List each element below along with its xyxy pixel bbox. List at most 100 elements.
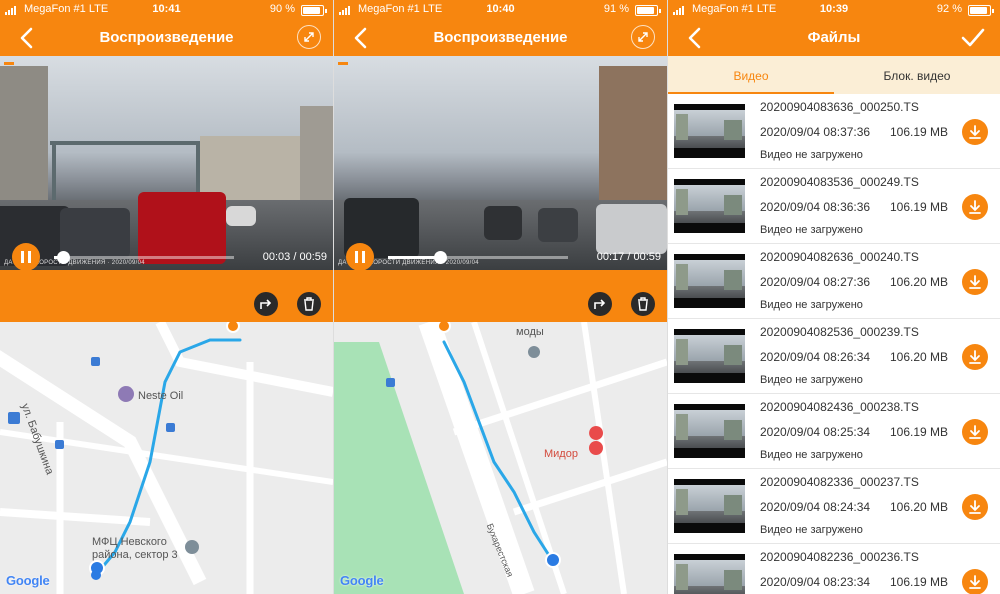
- video-thumbnail: [674, 479, 745, 533]
- playback-time: 00:03 / 00:59: [262, 251, 327, 263]
- video-thumbnail: [674, 254, 745, 308]
- file-date: 2020/09/04 08:36:36: [760, 200, 871, 214]
- share-button[interactable]: [588, 292, 612, 316]
- download-button[interactable]: [962, 494, 988, 520]
- file-row[interactable]: 20200904082436_000238.TS 2020/09/04 08:25…: [668, 394, 1000, 469]
- download-icon: [969, 275, 981, 289]
- pause-button[interactable]: [346, 243, 374, 271]
- video-thumbnail: [674, 179, 745, 233]
- file-date: 2020/09/04 08:23:34: [760, 575, 871, 589]
- battery-percent: 91 %: [603, 3, 629, 15]
- file-row[interactable]: 20200904083636_000250.TS 2020/09/04 08:37…: [668, 94, 1000, 169]
- file-name: 20200904083536_000249.TS: [760, 175, 919, 189]
- nav-bar: Файлы: [668, 20, 1000, 56]
- file-list: 20200904083636_000250.TS 2020/09/04 08:37…: [668, 94, 1000, 594]
- file-row[interactable]: 20200904082336_000237.TS 2020/09/04 08:24…: [668, 469, 1000, 544]
- download-status: Видео не загружено: [760, 524, 863, 536]
- file-size: 106.19 MB: [890, 575, 949, 589]
- playback-screen-1: MegaFon #1 LTE 10:41 90 % Воспроизведени…: [0, 0, 333, 594]
- file-size: 106.19 MB: [890, 125, 949, 139]
- battery-fill: [637, 7, 655, 14]
- file-date: 2020/09/04 08:37:36: [760, 125, 871, 139]
- video-thumbnail: [674, 104, 745, 158]
- fullscreen-icon[interactable]: [631, 25, 655, 49]
- file-size: 106.19 MB: [890, 200, 949, 214]
- poi-label: МФЦ Невского района, сектор 3: [92, 536, 178, 561]
- action-bar: [334, 270, 667, 322]
- file-name: 20200904083636_000250.TS: [760, 100, 919, 114]
- download-button[interactable]: [962, 194, 988, 220]
- share-button[interactable]: [254, 292, 278, 316]
- seek-progress: [388, 256, 441, 259]
- download-button[interactable]: [962, 344, 988, 370]
- route-map[interactable]: ул. Бабушкина Neste Oil МФЦ Невского рай…: [0, 322, 333, 594]
- battery-icon: [635, 5, 661, 16]
- download-icon: [969, 200, 981, 214]
- file-row[interactable]: 20200904083536_000249.TS 2020/09/04 08:36…: [668, 169, 1000, 244]
- download-button[interactable]: [962, 569, 988, 594]
- download-icon: [969, 350, 981, 364]
- fullscreen-icon[interactable]: [297, 25, 321, 49]
- nav-bar: Воспроизведение: [334, 20, 667, 56]
- route-map[interactable]: моды Мидор Бухарестская Google: [334, 322, 667, 594]
- battery-icon: [968, 5, 994, 16]
- download-icon: [969, 425, 981, 439]
- google-logo: Google: [340, 573, 384, 588]
- download-button[interactable]: [962, 419, 988, 445]
- file-size: 106.19 MB: [890, 425, 949, 439]
- file-name: 20200904082636_000240.TS: [760, 250, 919, 264]
- seek-bar[interactable]: [388, 251, 568, 264]
- status-bar: MegaFon #1 LTE 10:39 92 %: [668, 0, 1000, 20]
- status-bar: MegaFon #1 LTE 10:40 91 %: [334, 0, 667, 20]
- page-title: Воспроизведение: [99, 29, 234, 46]
- download-status: Видео не загружено: [760, 224, 863, 236]
- tab-locked-video[interactable]: Блок. видео: [834, 56, 1000, 94]
- poi-label: моды: [516, 326, 544, 338]
- action-bar: [0, 270, 333, 322]
- recording-indicator: [338, 62, 348, 65]
- tab-video[interactable]: Видео: [668, 56, 834, 94]
- pause-button[interactable]: [12, 243, 40, 271]
- download-icon: [969, 500, 981, 514]
- video-thumbnail: [674, 404, 745, 458]
- files-screen: MegaFon #1 LTE 10:39 92 % Файлы Видео Бл…: [668, 0, 1000, 594]
- download-status: Видео не загружено: [760, 149, 863, 161]
- file-row[interactable]: 20200904082536_000239.TS 2020/09/04 08:26…: [668, 319, 1000, 394]
- recording-indicator: [4, 62, 14, 65]
- file-name: 20200904082336_000237.TS: [760, 475, 919, 489]
- google-logo: Google: [6, 573, 50, 588]
- seek-knob[interactable]: [57, 251, 70, 264]
- delete-button[interactable]: [631, 292, 655, 316]
- file-date: 2020/09/04 08:25:34: [760, 425, 871, 439]
- checkmark-icon[interactable]: [960, 26, 986, 50]
- file-name: 20200904082536_000239.TS: [760, 325, 919, 339]
- file-size: 106.20 MB: [890, 275, 949, 289]
- download-status: Видео не загружено: [760, 299, 863, 311]
- battery-percent: 92 %: [936, 3, 962, 15]
- video-thumbnail: [674, 329, 745, 383]
- download-button[interactable]: [962, 269, 988, 295]
- battery-icon: [301, 5, 327, 16]
- seek-bar[interactable]: [54, 251, 234, 264]
- page-title: Воспроизведение: [433, 29, 568, 46]
- file-row[interactable]: 20200904082236_000236.TS 2020/09/04 08:23…: [668, 544, 1000, 594]
- file-row[interactable]: 20200904082636_000240.TS 2020/09/04 08:27…: [668, 244, 1000, 319]
- trash-icon: [304, 297, 314, 311]
- playback-screen-2: MegaFon #1 LTE 10:40 91 % Воспроизведени…: [334, 0, 667, 594]
- file-size: 106.20 MB: [890, 500, 949, 514]
- file-date: 2020/09/04 08:27:36: [760, 275, 871, 289]
- file-name: 20200904082436_000238.TS: [760, 400, 919, 414]
- download-icon: [969, 575, 981, 589]
- poi-label: Мидор: [544, 448, 578, 460]
- battery-fill: [303, 7, 320, 14]
- video-player[interactable]: ДАТЧИК СКОРОСТИ ДВИЖЕНИЯ · 2020/09/04: [0, 56, 333, 270]
- page-title: Файлы: [807, 29, 861, 46]
- video-player[interactable]: ДАТЧИК СКОРОСТИ ДВИЖЕНИЯ · 2020/09/04: [334, 56, 667, 270]
- battery-percent: 90 %: [269, 3, 295, 15]
- file-name: 20200904082236_000236.TS: [760, 550, 919, 564]
- delete-button[interactable]: [297, 292, 321, 316]
- download-button[interactable]: [962, 119, 988, 145]
- nav-bar: Воспроизведение: [0, 20, 333, 56]
- file-size: 106.20 MB: [890, 350, 949, 364]
- download-status: Видео не загружено: [760, 374, 863, 386]
